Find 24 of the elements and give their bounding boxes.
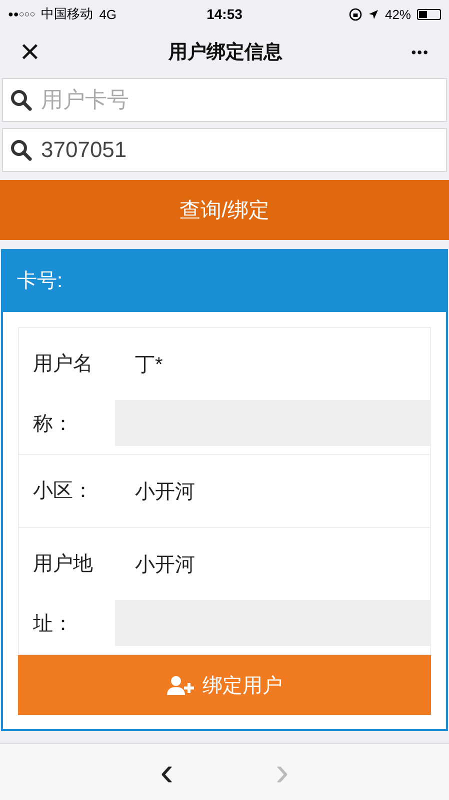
battery-percent: 42% — [384, 6, 411, 22]
network-type: 4G — [99, 6, 117, 22]
field-label: 用户名称： — [33, 352, 94, 437]
location-arrow-icon — [368, 8, 379, 20]
carrier-name: 中国移动 — [41, 5, 94, 23]
field-value: 小开河 — [134, 480, 195, 504]
rotation-lock-icon — [348, 8, 362, 20]
search-field[interactable]: 用户卡号 — [2, 78, 447, 122]
field-label: 小区： — [33, 479, 94, 504]
search-icon — [10, 89, 32, 111]
panel-header: 卡号: — [1, 249, 448, 312]
battery-icon — [417, 8, 441, 20]
window-title: 用户绑定信息 — [168, 40, 283, 65]
field-label: 用户地址： — [33, 552, 94, 637]
more-button[interactable]: ••• — [411, 45, 429, 59]
clock: 14:53 — [206, 6, 242, 22]
back-button[interactable]: ‹ — [154, 752, 180, 792]
search-icon — [10, 139, 32, 161]
search-field[interactable]: 3707051 — [2, 128, 447, 172]
signal-icon: ●●○○○ — [8, 9, 36, 19]
close-button[interactable]: × — [20, 35, 40, 69]
field-value: 小开河 — [134, 552, 195, 578]
field-value: 丁* — [134, 352, 163, 378]
add-user-icon — [166, 675, 194, 695]
